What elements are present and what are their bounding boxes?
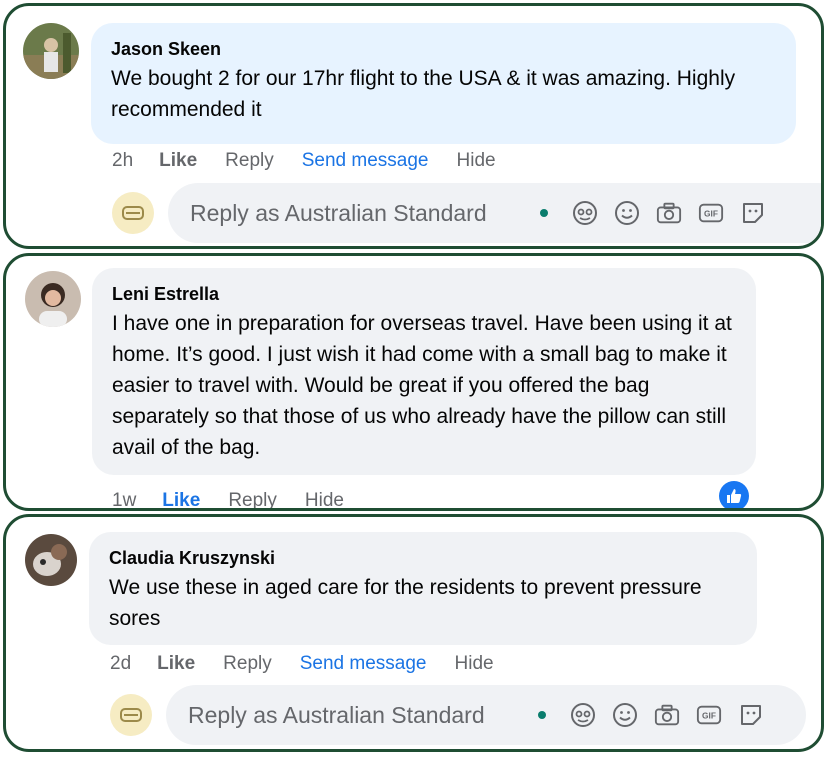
svg-text:GIF: GIF xyxy=(704,209,718,219)
avatar-jason-skeen[interactable] xyxy=(23,23,79,79)
comment-text: We use these in aged care for the reside… xyxy=(109,576,702,630)
comment-bubble: Jason Skeen We bought 2 for our 17hr fli… xyxy=(91,23,796,144)
reply-placeholder: Reply as Australian Standard xyxy=(188,701,485,728)
comment-timestamp[interactable]: 1w xyxy=(112,490,136,508)
page-avatar-icon xyxy=(112,192,154,234)
comment-timestamp[interactable]: 2h xyxy=(112,150,133,172)
like-button[interactable]: Like xyxy=(157,653,195,675)
comment-text: I have one in preparation for overseas t… xyxy=(112,312,732,459)
comment-actions: 2h Like Reply Send message Hide xyxy=(112,150,524,172)
reply-input[interactable]: Reply as Australian Standard GIF xyxy=(166,685,806,745)
sticker-icon[interactable] xyxy=(740,200,766,226)
comment-card-2: Leni Estrella I have one in preparation … xyxy=(3,253,824,511)
comment-timestamp[interactable]: 2d xyxy=(110,653,131,675)
like-reaction-icon[interactable] xyxy=(719,481,749,508)
reply-input[interactable]: Reply as Australian Standard GIF xyxy=(168,183,821,243)
sticker-icon[interactable] xyxy=(738,702,764,728)
comment-actions: 2d Like Reply Send message Hide xyxy=(110,653,522,675)
comment-author[interactable]: Jason Skeen xyxy=(111,37,776,61)
emoji-icon[interactable] xyxy=(612,702,638,728)
send-message-button[interactable]: Send message xyxy=(302,150,429,172)
avatar-sticker-icon[interactable] xyxy=(572,200,598,226)
like-button[interactable]: Like xyxy=(162,490,200,508)
send-message-button[interactable]: Send message xyxy=(300,653,427,675)
camera-icon[interactable] xyxy=(654,702,680,728)
reply-button[interactable]: Reply xyxy=(228,490,277,508)
online-dot xyxy=(538,711,546,719)
camera-icon[interactable] xyxy=(656,200,682,226)
comment-actions: 1w Like Reply Hide xyxy=(112,490,372,508)
reply-placeholder: Reply as Australian Standard xyxy=(190,199,487,226)
comment-card-1: Jason Skeen We bought 2 for our 17hr fli… xyxy=(3,3,824,249)
reply-row: Reply as Australian Standard GIF xyxy=(110,685,806,745)
reply-row: Reply as Australian Standard GIF xyxy=(112,183,821,243)
avatar-leni-estrella[interactable] xyxy=(25,271,81,327)
comment-bubble: Leni Estrella I have one in preparation … xyxy=(92,268,756,475)
comment-card-3: Claudia Kruszynski We use these in aged … xyxy=(3,514,824,752)
page-avatar-icon xyxy=(110,694,152,736)
hide-button[interactable]: Hide xyxy=(455,653,494,675)
reply-button[interactable]: Reply xyxy=(223,653,272,675)
comment-author[interactable]: Leni Estrella xyxy=(112,282,736,306)
comment-text: We bought 2 for our 17hr flight to the U… xyxy=(111,67,736,121)
comment-bubble: Claudia Kruszynski We use these in aged … xyxy=(89,532,757,645)
emoji-icon[interactable] xyxy=(614,200,640,226)
hide-button[interactable]: Hide xyxy=(305,490,344,508)
svg-text:GIF: GIF xyxy=(702,711,716,721)
reply-button[interactable]: Reply xyxy=(225,150,274,172)
online-dot xyxy=(540,209,548,217)
avatar-sticker-icon[interactable] xyxy=(570,702,596,728)
hide-button[interactable]: Hide xyxy=(457,150,496,172)
gif-icon[interactable]: GIF xyxy=(696,702,722,728)
comment-author[interactable]: Claudia Kruszynski xyxy=(109,546,737,570)
avatar-claudia-kruszynski[interactable] xyxy=(25,534,77,586)
like-button[interactable]: Like xyxy=(159,150,197,172)
gif-icon[interactable]: GIF xyxy=(698,200,724,226)
